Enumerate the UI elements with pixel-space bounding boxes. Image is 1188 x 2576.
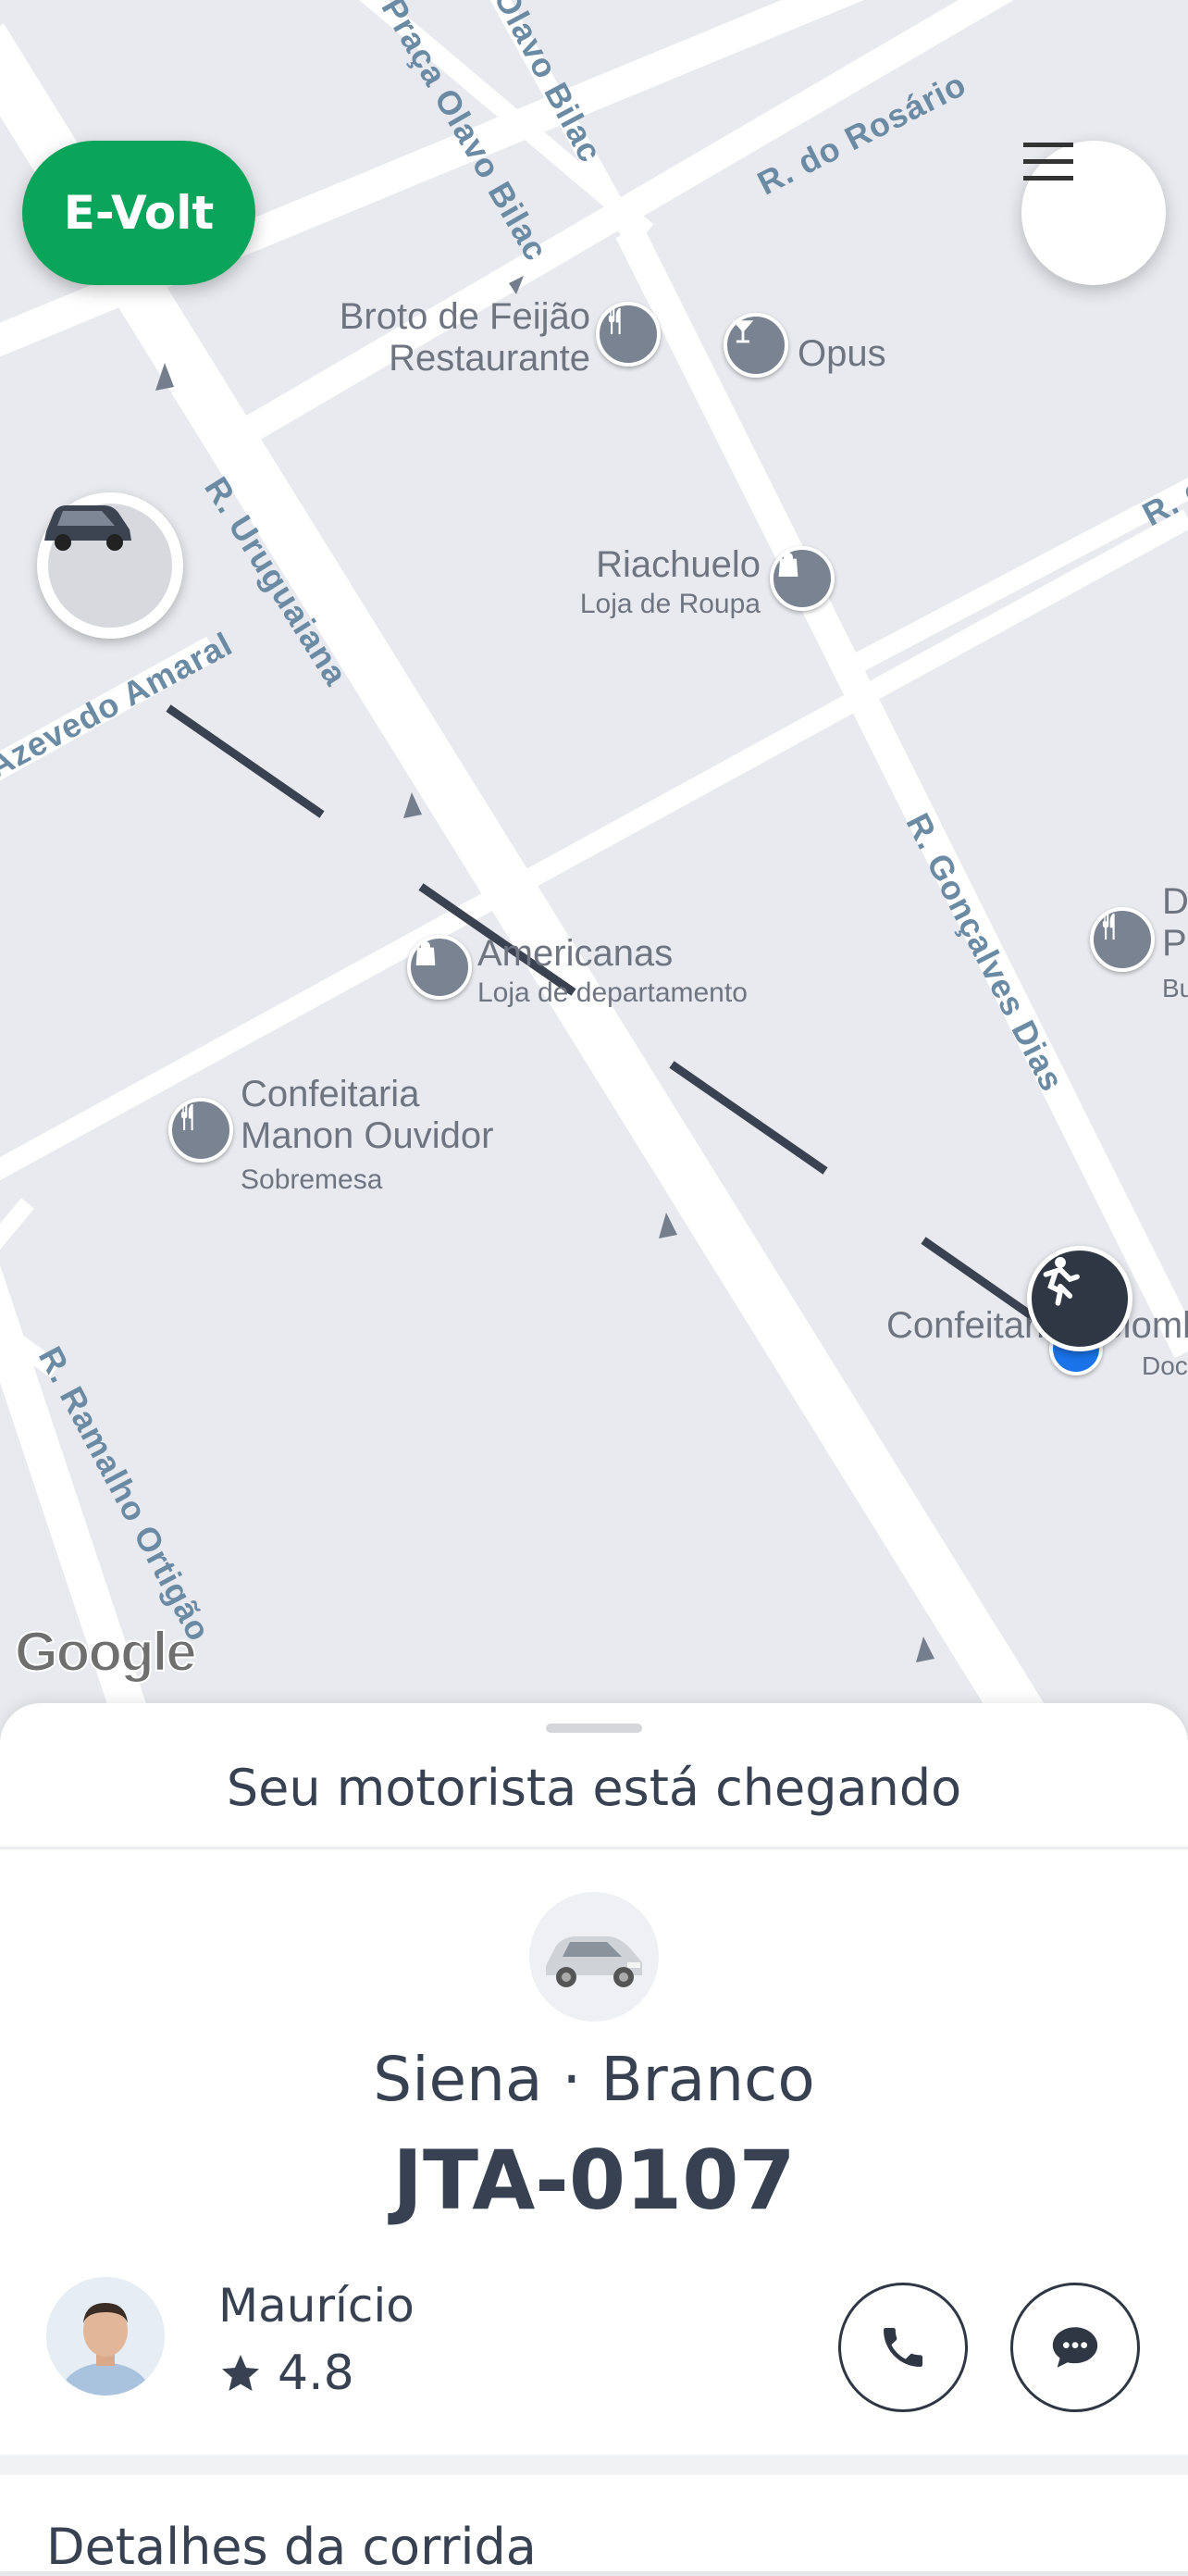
chat-button[interactable]	[1010, 2283, 1140, 2412]
sheet-drag-handle[interactable]	[546, 1724, 642, 1733]
license-plate: JTA-0107	[392, 2133, 796, 2228]
brand-button[interactable]: E-Volt	[22, 141, 255, 285]
poi-label: Opus	[798, 333, 886, 374]
menu-button[interactable]	[1021, 141, 1166, 285]
chat-icon	[1052, 2327, 1098, 2368]
poi-label: D Pr	[1162, 881, 1188, 964]
vehicle-model: Siena · Branco	[373, 2044, 815, 2115]
driver-avatar	[46, 2277, 165, 2396]
driver-rating: 4.8	[218, 2346, 354, 2401]
poi-label: Americanas	[477, 933, 674, 974]
shopping-icon[interactable]	[770, 546, 835, 611]
poi-label: Confeitaria Manon Ouvidor	[241, 1074, 494, 1156]
restaurant-icon[interactable]	[168, 1098, 233, 1163]
bottom-sheet[interactable]: Seu motorista está chegando Siena · Bran…	[0, 1703, 1188, 2576]
poi-label: Riachuelo	[596, 544, 761, 585]
google-logo: Google	[14, 1620, 198, 1684]
poi-label: Broto de Feijão Restaurante	[339, 296, 590, 379]
poi-category: Sobremesa	[241, 1164, 383, 1195]
poi-category: Loja de departamento	[477, 977, 748, 1008]
star-icon	[222, 2355, 259, 2391]
poi-category: Loja de Roupa	[579, 589, 761, 619]
restaurant-icon[interactable]	[596, 302, 661, 367]
rating-value: 4.8	[278, 2346, 354, 2401]
passenger-icon[interactable]	[1027, 1246, 1132, 1351]
bar-icon[interactable]	[724, 313, 788, 378]
shopping-icon[interactable]	[407, 935, 472, 1000]
restaurant-icon[interactable]	[1090, 907, 1155, 972]
phone-icon	[884, 2328, 922, 2367]
divider	[0, 1847, 1188, 1849]
section-separator	[0, 2455, 1188, 2475]
poi-category: Bu	[1162, 974, 1188, 1002]
car-icon	[44, 504, 172, 628]
driver-car-marker[interactable]	[37, 492, 183, 639]
poi-category: Doc	[1142, 1351, 1188, 1380]
call-button[interactable]	[838, 2283, 968, 2412]
ride-status: Seu motorista está chegando	[226, 1759, 962, 1817]
ride-details-title: Detalhes da corrida	[46, 2518, 537, 2576]
driver-name: Maurício	[218, 2279, 415, 2333]
vehicle-image	[529, 1892, 659, 2022]
map-view[interactable]: R. do Rosário Praça Olavo Bilac Olavo Bi…	[0, 0, 1188, 1703]
hamburger-menu-icon	[1023, 143, 1073, 180]
